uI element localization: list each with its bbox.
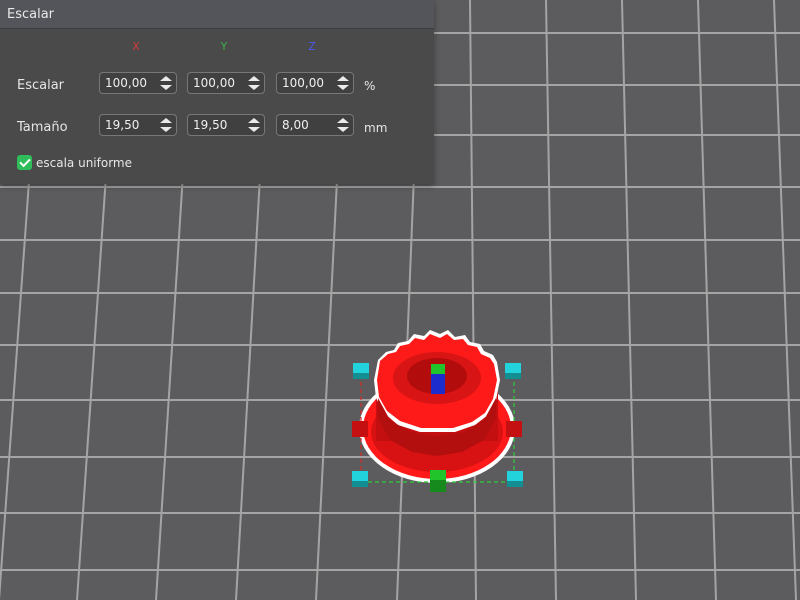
- spinner-arrows-icon[interactable]: [160, 117, 172, 133]
- scale-x-input[interactable]: 100,00: [99, 72, 177, 94]
- scale-y-input[interactable]: 100,00: [187, 72, 265, 94]
- spinner-arrows-icon[interactable]: [337, 75, 349, 91]
- arrow-down-icon[interactable]: [248, 127, 260, 132]
- arrow-down-icon[interactable]: [337, 85, 349, 90]
- scale-y-value: 100,00: [193, 76, 235, 90]
- checkmark-icon: [18, 155, 31, 167]
- uniform-scale-checkbox[interactable]: escala uniforme: [17, 155, 132, 170]
- spinner-arrows-icon[interactable]: [248, 75, 260, 91]
- arrow-up-icon[interactable]: [337, 118, 349, 123]
- axis-z-label: Z: [308, 40, 316, 53]
- spinner-arrows-icon[interactable]: [248, 117, 260, 133]
- arrow-up-icon[interactable]: [160, 76, 172, 81]
- arrow-down-icon[interactable]: [160, 85, 172, 90]
- spinner-arrows-icon[interactable]: [337, 117, 349, 133]
- axis-x-label: X: [132, 40, 140, 53]
- size-y-input[interactable]: 19,50: [187, 114, 265, 136]
- size-z-value: 8,00: [282, 118, 309, 132]
- checkbox-checked-icon[interactable]: [17, 155, 32, 170]
- size-x-input[interactable]: 19,50: [99, 114, 177, 136]
- axis-y-label: Y: [220, 40, 228, 53]
- arrow-down-icon[interactable]: [337, 127, 349, 132]
- uniform-scale-label[interactable]: escala uniforme: [36, 156, 132, 170]
- scale-unit: %: [364, 79, 376, 93]
- arrow-up-icon[interactable]: [248, 76, 260, 81]
- size-row-label: Tamaño: [17, 120, 68, 135]
- size-y-value: 19,50: [193, 118, 228, 132]
- panel-titlebar: Escalar: [0, 0, 434, 29]
- size-z-input[interactable]: 8,00: [276, 114, 354, 136]
- arrow-up-icon[interactable]: [337, 76, 349, 81]
- size-x-value: 19,50: [105, 118, 140, 132]
- scale-z-input[interactable]: 100,00: [276, 72, 354, 94]
- scale-panel: Escalar X Y Z Escalar 100,00 100,00 100,…: [0, 0, 434, 184]
- arrow-up-icon[interactable]: [160, 118, 172, 123]
- scale-row-label: Escalar: [17, 78, 65, 93]
- spinner-arrows-icon[interactable]: [160, 75, 172, 91]
- arrow-down-icon[interactable]: [248, 85, 260, 90]
- panel-title: Escalar: [7, 6, 55, 22]
- arrow-down-icon[interactable]: [160, 127, 172, 132]
- arrow-up-icon[interactable]: [248, 118, 260, 123]
- scale-z-value: 100,00: [282, 76, 324, 90]
- scale-x-value: 100,00: [105, 76, 147, 90]
- size-unit: mm: [364, 121, 388, 135]
